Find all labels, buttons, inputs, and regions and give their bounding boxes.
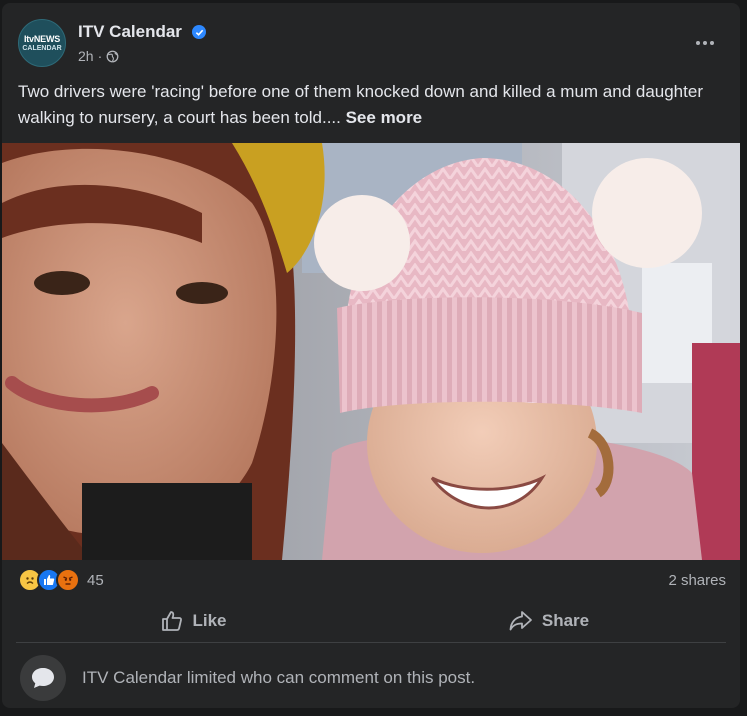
post-meta: 2h ·: [78, 48, 119, 64]
avatar-logo-line1: ItvNEWS: [23, 33, 61, 44]
engagement-stats: 45 2 shares: [18, 568, 726, 592]
like-button[interactable]: Like: [16, 600, 371, 642]
page-avatar[interactable]: ItvNEWS CALENDAR: [18, 19, 66, 67]
post-header: ItvNEWS CALENDAR ITV Calendar 2h ·: [2, 3, 740, 71]
post-body: Two drivers were 'racing' before one of …: [18, 79, 718, 131]
post-timestamp[interactable]: 2h: [78, 48, 94, 64]
meta-separator: ·: [97, 48, 103, 64]
page-name-link[interactable]: ITV Calendar: [78, 22, 182, 42]
avatar-logo-line2: CALENDAR: [22, 44, 62, 52]
share-button[interactable]: Share: [371, 600, 726, 642]
post-card: ItvNEWS CALENDAR ITV Calendar 2h · Two d…: [2, 3, 740, 708]
post-photo[interactable]: [2, 143, 740, 560]
reaction-count[interactable]: 45: [87, 572, 104, 589]
more-options-icon[interactable]: [690, 35, 720, 51]
photo-illustration: [2, 143, 740, 560]
comment-bubble-icon: [20, 655, 66, 701]
angry-reaction-icon: [56, 568, 80, 592]
thumbs-up-icon: [162, 611, 183, 631]
comment-restriction-notice: ITV Calendar limited who can comment on …: [20, 654, 726, 702]
comment-restriction-text: ITV Calendar limited who can comment on …: [82, 668, 476, 687]
reaction-summary[interactable]: 45: [18, 568, 104, 592]
verified-badge-icon: [192, 25, 206, 39]
like-label: Like: [192, 611, 227, 630]
post-actions: Like Share: [16, 600, 726, 643]
share-arrow-icon: [509, 611, 532, 631]
share-label: Share: [541, 611, 590, 630]
share-count[interactable]: 2 shares: [668, 572, 726, 589]
globe-icon: [106, 50, 119, 62]
see-more-link[interactable]: See more: [346, 108, 423, 127]
